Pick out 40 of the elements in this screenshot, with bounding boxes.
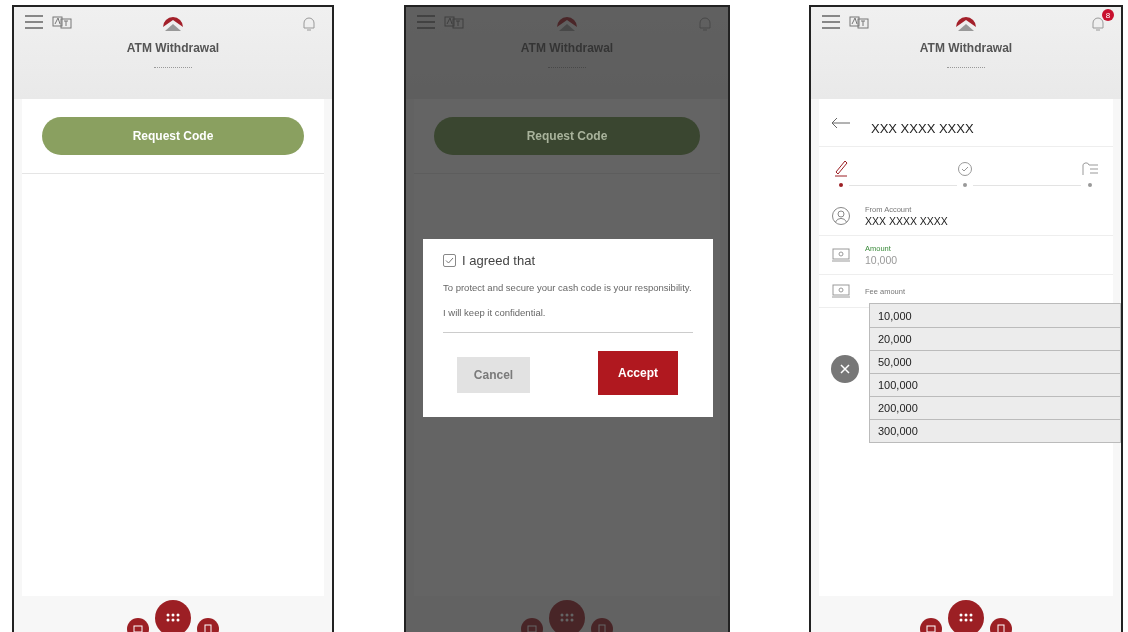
notification-badge: 8 xyxy=(1102,9,1114,21)
dropdown-option[interactable]: 50,000 xyxy=(870,350,1120,373)
translate-icon[interactable] xyxy=(52,15,72,31)
list-arrow-icon xyxy=(1081,161,1099,177)
dotted-divider xyxy=(947,67,985,68)
dialog-text: I will keep it confidential. xyxy=(443,307,547,318)
accept-button[interactable]: Accept xyxy=(598,351,678,395)
user-icon xyxy=(831,206,851,226)
dropdown-option[interactable]: 200,000 xyxy=(870,396,1120,419)
back-arrow-icon[interactable] xyxy=(831,116,851,129)
menu-icon[interactable] xyxy=(24,15,44,29)
bell-icon[interactable] xyxy=(1091,15,1105,33)
checkbox[interactable] xyxy=(443,254,456,267)
dialog-text: To protect and secure your cash code is your responsibility. xyxy=(443,282,693,293)
dots-grid-icon xyxy=(166,613,180,623)
menu-icon[interactable] xyxy=(821,15,841,29)
dropdown-option[interactable]: 10,000 xyxy=(870,304,1120,327)
document-icon xyxy=(996,624,1006,632)
apps-nav-button[interactable] xyxy=(948,600,984,632)
card-icon xyxy=(926,625,936,632)
translate-icon[interactable] xyxy=(849,15,869,31)
screen-title: ATM Withdrawal xyxy=(126,41,220,55)
field-value[interactable]: XXX XXXX XXXX xyxy=(865,215,948,227)
screen-title: ATM Withdrawal xyxy=(919,41,1013,55)
dots-grid-icon xyxy=(959,613,973,623)
dropdown-option[interactable]: 100,000 xyxy=(870,373,1120,396)
cash-icon xyxy=(831,247,851,263)
request-code-button[interactable]: Request Code xyxy=(434,117,700,155)
dropdown-option[interactable]: 20,000 xyxy=(870,327,1120,350)
document-icon xyxy=(203,624,213,632)
check-icon xyxy=(445,256,454,265)
account-number: XXX XXXX XXXX xyxy=(871,121,974,136)
cash-icon xyxy=(831,283,851,299)
dropdown-option[interactable]: 300,000 xyxy=(870,419,1120,442)
apps-nav-button[interactable] xyxy=(155,600,191,632)
pencil-icon xyxy=(833,159,849,177)
dotted-divider xyxy=(154,67,192,68)
checkbox-label: I agreed that xyxy=(462,253,535,268)
card-icon xyxy=(133,625,143,632)
check-badge-icon xyxy=(957,161,973,177)
